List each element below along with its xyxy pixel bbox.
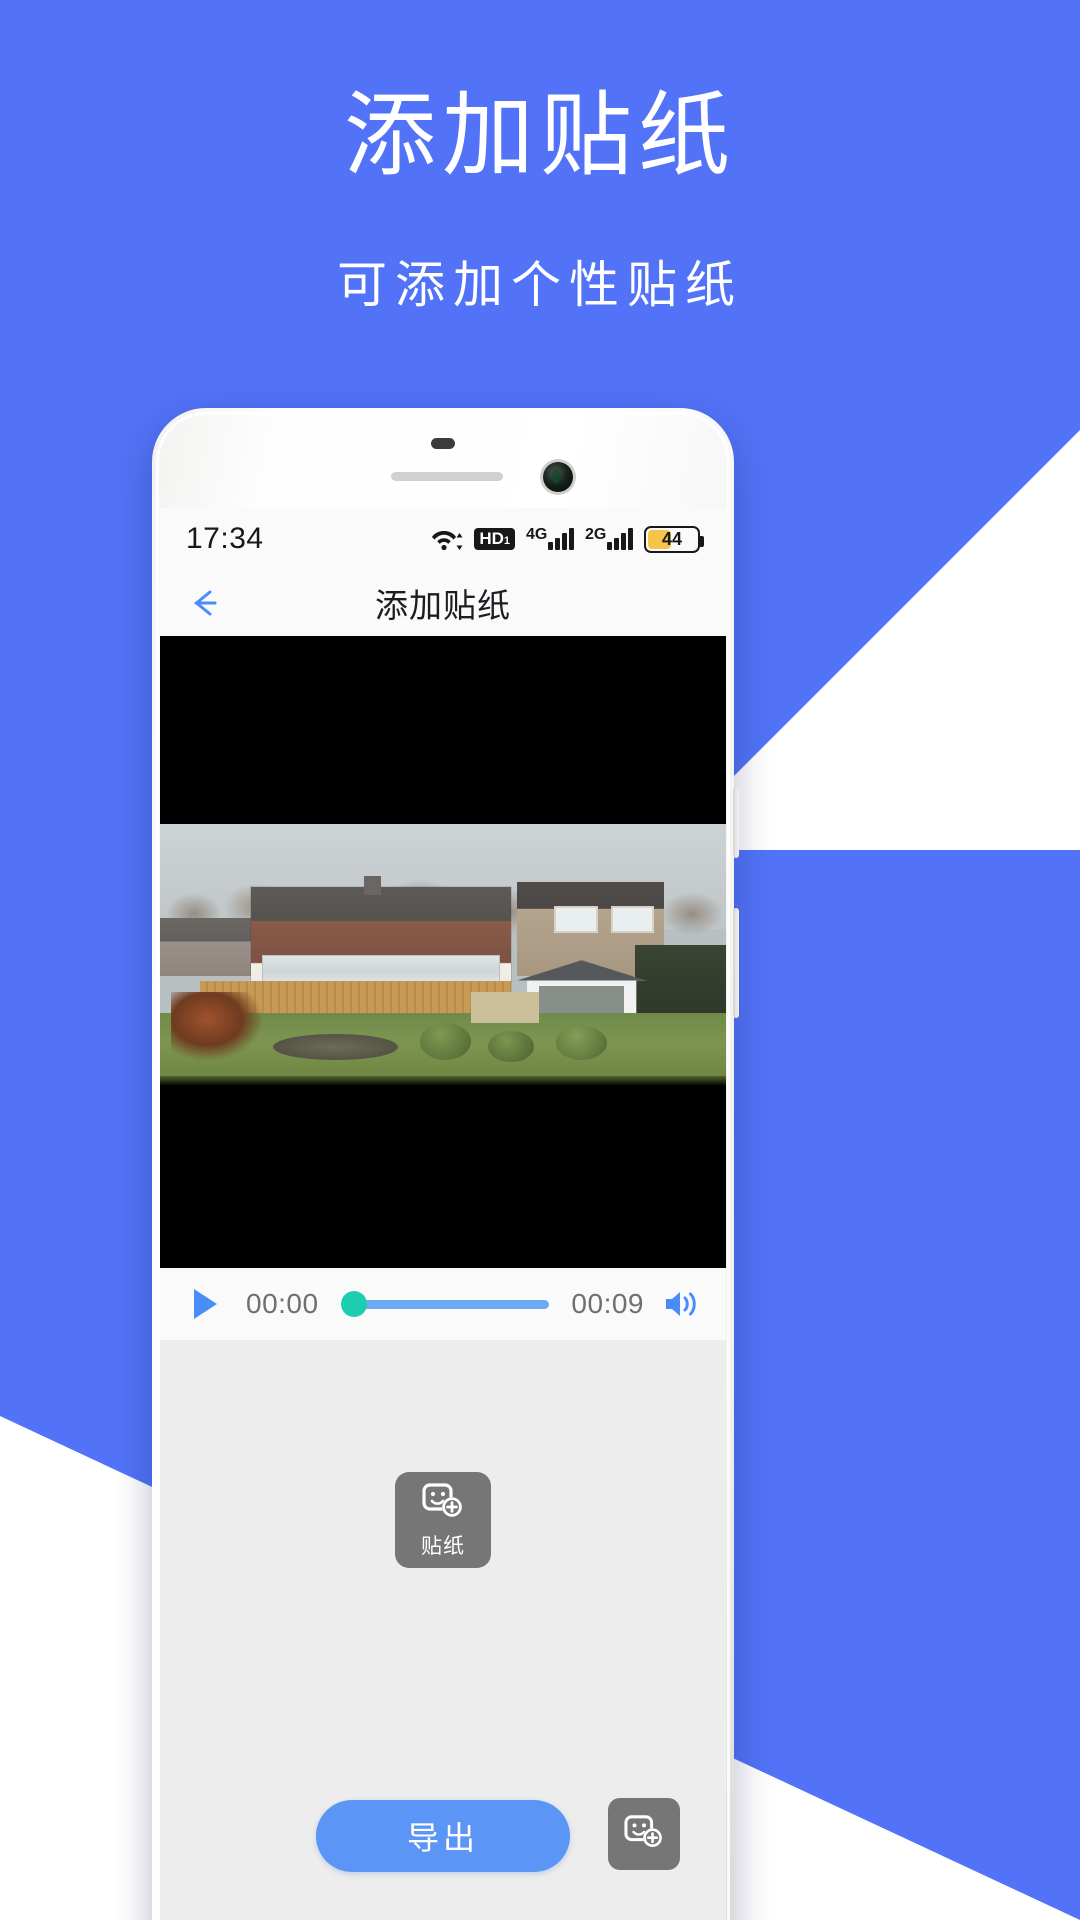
sticker-add-icon	[421, 1481, 465, 1526]
image-chimney	[363, 876, 381, 895]
export-button[interactable]: 导出	[316, 1800, 570, 1872]
status-time: 17:34	[186, 522, 264, 555]
phone-mockup: 17:34 HD 1 4G 2G 44 添加贴纸 00:00 00:09 贴纸 …	[152, 408, 739, 1920]
hd-icon: HD 1	[474, 528, 515, 550]
image-pond	[273, 1033, 398, 1060]
progress-track	[340, 1299, 550, 1309]
progress-slider[interactable]	[340, 1284, 550, 1324]
volume-icon[interactable]	[662, 1286, 702, 1322]
phone-power-button	[733, 908, 739, 1018]
bottom-bar: 导出	[160, 1768, 726, 1920]
current-time: 00:00	[246, 1288, 319, 1319]
nav-bar: 添加贴纸	[160, 570, 726, 636]
sticker-add-button[interactable]	[608, 1798, 680, 1870]
image-bottom-shadow	[160, 1075, 726, 1086]
page-title: 添加贴纸	[375, 587, 511, 624]
promo-subtitle: 可添加个性贴纸	[337, 256, 743, 313]
editor-canvas[interactable]: 贴纸	[160, 1340, 726, 1768]
image-shrub	[171, 991, 262, 1060]
image-window-2	[612, 907, 653, 932]
signal-2g-label: 2G	[585, 526, 607, 543]
arrow-left-icon[interactable]	[184, 581, 228, 625]
earpiece-speaker	[391, 472, 503, 481]
image-path	[471, 991, 540, 1024]
status-bar: 17:34 HD 1 4G 2G 44	[160, 508, 726, 570]
battery-icon: 44	[644, 525, 704, 553]
hd-label: HD	[479, 529, 504, 548]
image-bush-2	[488, 1030, 534, 1063]
progress-thumb[interactable]	[340, 1291, 367, 1317]
phone-volume-button	[733, 788, 739, 858]
battery-percent: 44	[661, 529, 683, 549]
signal-4g-label: 4G	[526, 526, 548, 543]
image-bush-3	[556, 1025, 608, 1060]
proximity-sensor-icon	[431, 438, 455, 449]
image-bush-1	[420, 1023, 472, 1060]
phone-screen: 17:34 HD 1 4G 2G 44 添加贴纸 00:00 00:09 贴纸 …	[160, 508, 726, 1920]
play-icon[interactable]	[184, 1284, 224, 1324]
status-icons: HD 1 4G 2G 44	[431, 525, 704, 553]
signal-4g-icon: 4G	[526, 526, 574, 550]
total-time: 00:09	[571, 1288, 644, 1319]
promo-title: 添加贴纸	[343, 85, 736, 187]
hd-sub: 1	[503, 535, 510, 547]
sticker-add-icon	[623, 1813, 665, 1856]
wifi-icon	[431, 526, 463, 552]
sticker-tool-label: 贴纸	[421, 1534, 465, 1558]
video-frame-image	[160, 824, 726, 1086]
image-house-left	[160, 918, 262, 976]
signal-2g-icon: 2G	[585, 526, 633, 550]
sticker-tool-button[interactable]: 贴纸	[395, 1472, 491, 1568]
video-preview[interactable]	[160, 636, 726, 1268]
phone-top-hardware	[160, 416, 726, 516]
front-camera-icon	[543, 462, 573, 492]
player-controls: 00:00 00:09	[160, 1268, 726, 1340]
image-window-1	[556, 907, 596, 932]
promo-text-block: 添加贴纸 可添加个性贴纸	[0, 0, 1080, 317]
